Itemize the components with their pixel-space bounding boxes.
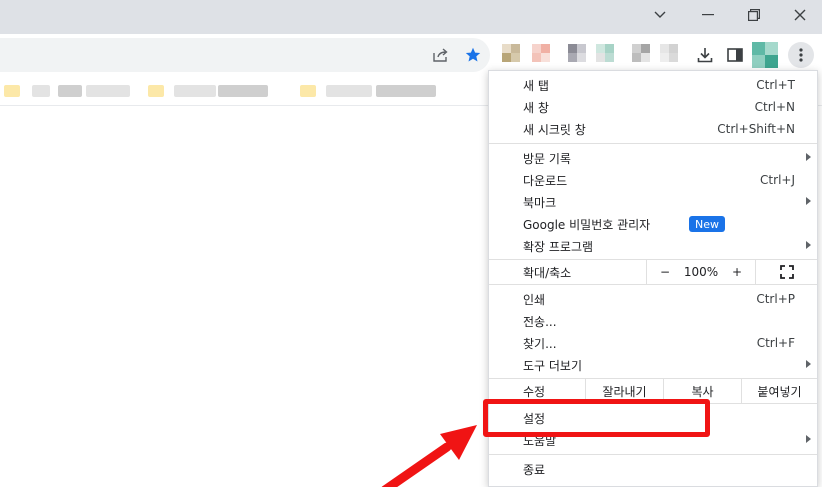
red-arrow-icon	[381, 425, 477, 487]
